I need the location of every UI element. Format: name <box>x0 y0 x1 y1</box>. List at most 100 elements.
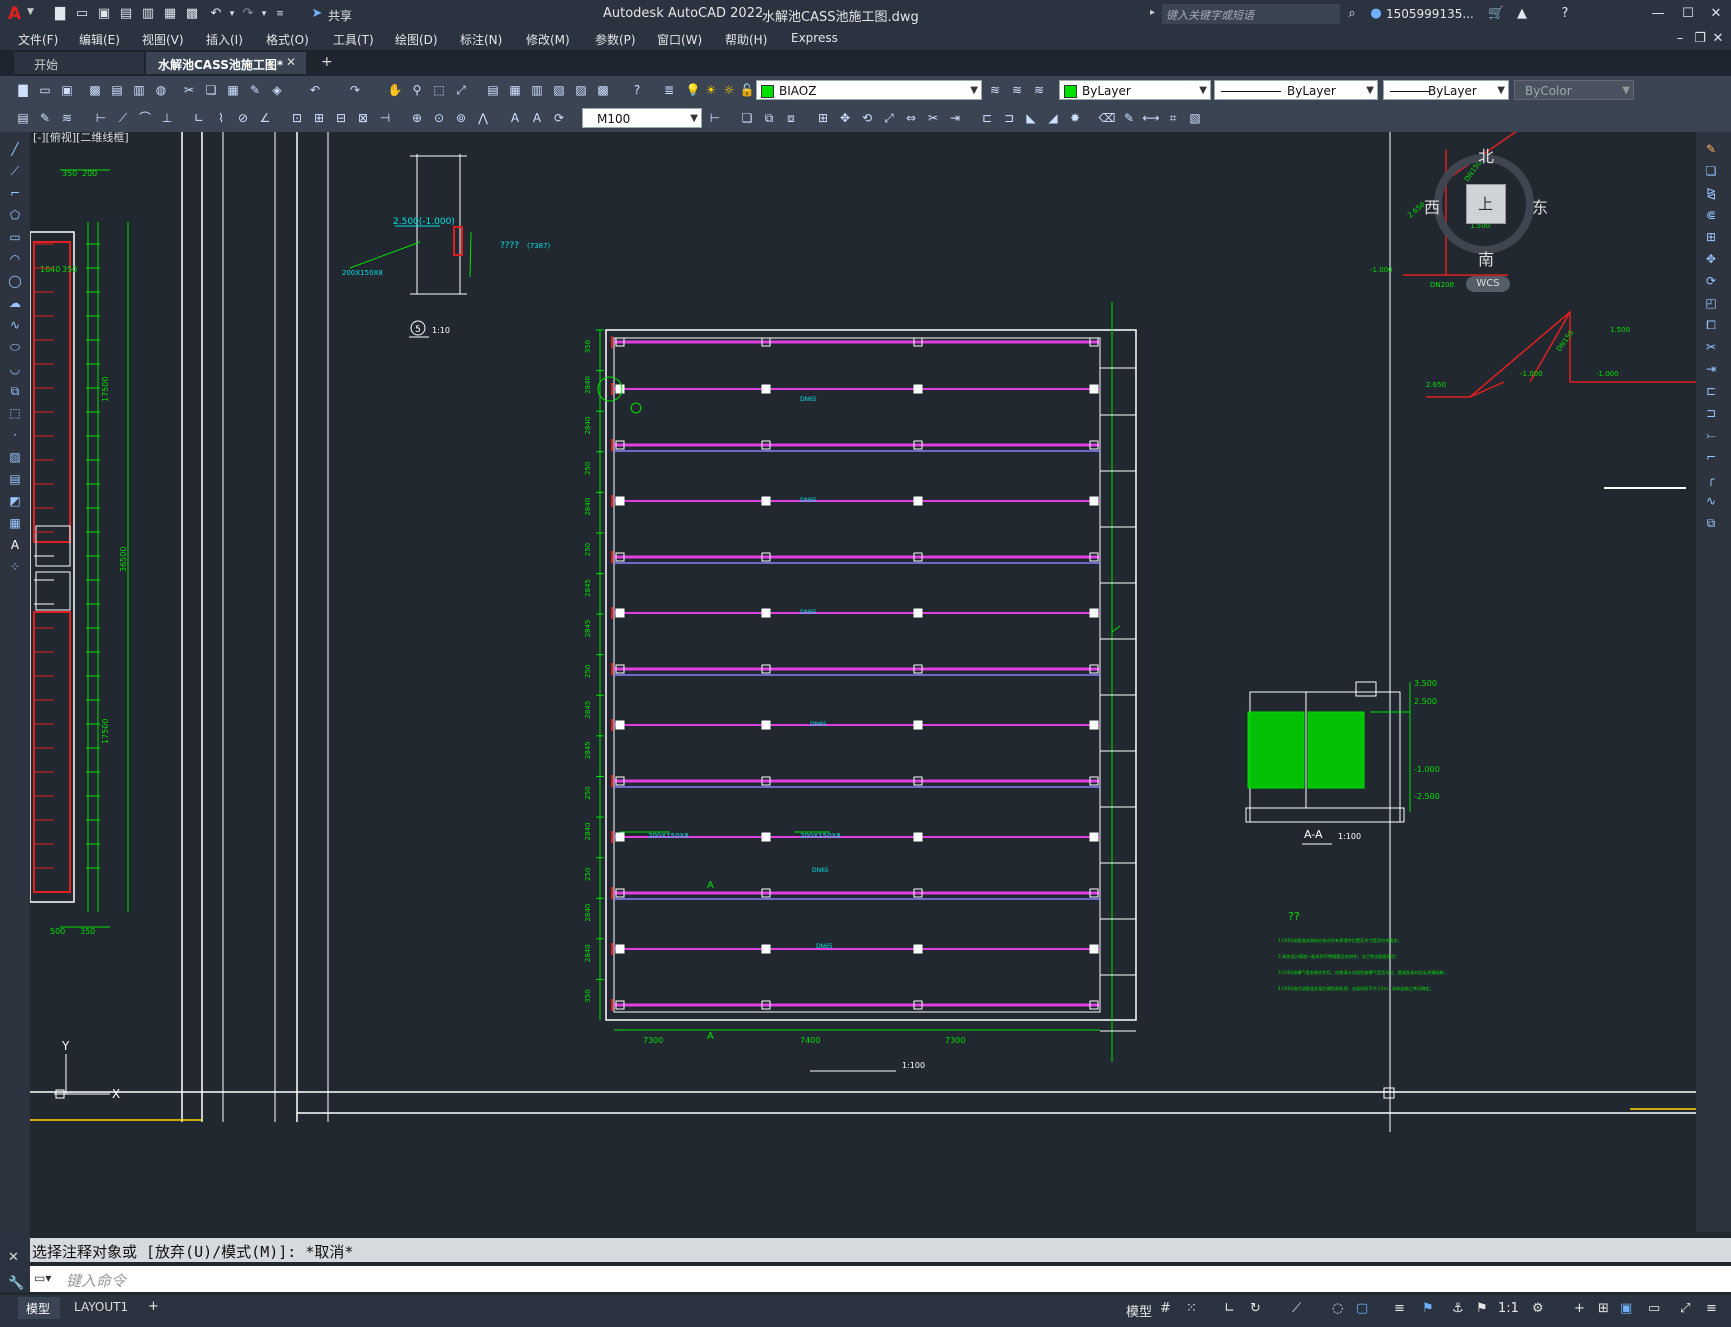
modify-trim-icon[interactable]: ✂ <box>924 109 942 127</box>
grid-icon[interactable]: # <box>1160 1301 1171 1316</box>
modify-array-icon[interactable]: ⊞ <box>814 109 832 127</box>
cmd-customize-icon[interactable]: 🔧 <box>8 1276 24 1291</box>
dim-break-icon[interactable]: ⊣ <box>376 109 394 127</box>
model-space-button[interactable]: 模型 <box>1126 1301 1152 1320</box>
save-web-icon[interactable]: ▦ <box>162 6 178 22</box>
tb-layer-previous-icon[interactable]: ≋ <box>1008 81 1026 99</box>
new-icon[interactable]: ▇ <box>52 6 68 22</box>
tb-toolpalette-icon[interactable]: ▥ <box>528 81 546 99</box>
osnap-icon[interactable]: ◌ <box>1332 1301 1343 1316</box>
doc-restore-icon[interactable]: ❐ <box>1692 31 1708 47</box>
dim-diameter-icon[interactable]: ⊘ <box>234 109 252 127</box>
tb-undo-icon[interactable]: ↶ <box>306 81 324 99</box>
dim-center-icon[interactable]: ⊙ <box>430 109 448 127</box>
tb-3dprint-icon[interactable]: ◍ <box>152 81 170 99</box>
tb-match-props-icon[interactable]: ✎ <box>36 109 54 127</box>
scale-icon[interactable]: ◰ <box>1702 294 1720 312</box>
layer-unlock-icon[interactable]: 🔓 <box>738 81 756 99</box>
dim-textedit-icon[interactable]: A <box>528 109 546 127</box>
modify-copy-icon[interactable]: ❏ <box>738 109 756 127</box>
tb-preview-icon[interactable]: ▤ <box>108 81 126 99</box>
draw-polyline-icon[interactable]: ⌐ <box>6 184 24 202</box>
modify-erase-icon[interactable]: ⌫ <box>1098 109 1116 127</box>
user-name[interactable]: 1505999135... <box>1386 7 1474 21</box>
tab-model[interactable]: 模型 <box>18 1297 60 1319</box>
undo-dropdown-icon[interactable]: ▾ <box>224 6 240 22</box>
draw-polygon-icon[interactable]: ⬠ <box>6 206 24 224</box>
viewcube[interactable]: 上 北 南 东 西 WCS <box>1420 140 1560 292</box>
linetype-dropdown[interactable]: ByLayer ▼ <box>1214 80 1378 100</box>
draw-ellipse-arc-icon[interactable]: ◡ <box>6 360 24 378</box>
draw-rectangle-icon[interactable]: ▭ <box>6 228 24 246</box>
help-icon[interactable]: ? <box>1557 6 1573 22</box>
tab-drawing[interactable]: 水解池CASS池施工图* ✕ <box>146 52 306 74</box>
dimstyle-manager-icon[interactable]: ⊢ <box>706 109 724 127</box>
tab-start[interactable]: 开始 <box>14 52 144 74</box>
draw-circle-icon[interactable]: ◯ <box>6 272 24 290</box>
mirror-icon[interactable]: ⧎ <box>1702 184 1720 202</box>
lineweight-icon[interactable]: ≡ <box>1394 1301 1405 1316</box>
draw-xline-icon[interactable]: ⟋ <box>6 162 24 180</box>
menu-dimension[interactable]: 标注(N) <box>460 31 502 48</box>
menu-parametric[interactable]: 参数(P) <box>595 31 636 48</box>
tb-cut-icon[interactable]: ✂ <box>180 81 198 99</box>
dim-arc-icon[interactable]: ⌒ <box>136 109 154 127</box>
share-icon[interactable]: ➤ <box>309 6 325 22</box>
save-as-icon[interactable]: ▤ <box>118 6 134 22</box>
menu-format[interactable]: 格式(O) <box>266 31 309 48</box>
erase-icon[interactable]: ✎ <box>1702 140 1720 158</box>
menu-window[interactable]: 窗口(W) <box>657 31 702 48</box>
tb-layer-state-icon[interactable]: ≋ <box>1030 81 1048 99</box>
doc-minimize-icon[interactable]: – <box>1672 31 1688 47</box>
dim-jogged-icon[interactable]: ⌇ <box>212 109 230 127</box>
redo-icon[interactable]: ↷ <box>240 6 256 22</box>
color-dropdown[interactable]: ByLayer ▼ <box>1059 80 1211 100</box>
search-icon[interactable]: ⌕ <box>1344 6 1360 22</box>
viewcube-face[interactable]: 上 <box>1466 184 1506 224</box>
dim-ordinate-icon[interactable]: ⊥ <box>158 109 176 127</box>
open-icon[interactable]: ▭ <box>74 6 90 22</box>
viewcube-south[interactable]: 南 <box>1478 246 1494 270</box>
tb-help-icon[interactable]: ? <box>628 81 646 99</box>
layer-on-icon[interactable]: 💡 <box>684 81 702 99</box>
modify-explode-icon[interactable]: ✸ <box>1066 109 1084 127</box>
new-tab-button[interactable]: + <box>321 54 333 70</box>
undo-icon[interactable]: ↶ <box>208 6 224 22</box>
draw-line-icon[interactable]: ╱ <box>6 140 24 158</box>
blend-curves-icon[interactable]: ∿ <box>1702 492 1720 510</box>
user-icon[interactable]: ● <box>1368 6 1384 22</box>
dim-inspect-icon[interactable]: ⊚ <box>452 109 470 127</box>
draw-arc-icon[interactable]: ◠ <box>6 250 24 268</box>
tb-paste-icon[interactable]: ▦ <box>224 81 242 99</box>
join-icon[interactable]: ⤚ <box>1702 426 1720 444</box>
modify-offset-icon[interactable]: ⧈ <box>782 109 800 127</box>
clean-screen-icon[interactable]: ⤢ <box>1680 1301 1690 1316</box>
save-icon[interactable]: ▣ <box>96 6 112 22</box>
tb-properties2-icon[interactable]: ▤ <box>14 109 32 127</box>
draw-revcloud-icon[interactable]: ☁ <box>6 294 24 312</box>
dim-edit-icon[interactable]: A <box>506 109 524 127</box>
viewport-label[interactable]: [-][俯视][二维线框] <box>33 132 129 144</box>
tb-layer-props-icon[interactable]: ≣ <box>660 81 678 99</box>
cmd-close-icon[interactable]: ✕ <box>8 1250 19 1265</box>
lineweight-dropdown[interactable]: ByLayer ▼ <box>1383 80 1509 100</box>
viewcube-west[interactable]: 西 <box>1424 194 1440 218</box>
drawing-svg[interactable]: 350 200 1640 350 17500 36500 17500 500 3… <box>30 132 1696 1232</box>
annotation-monitor-icon[interactable]: + <box>1574 1301 1585 1316</box>
tb-layers2-icon[interactable]: ≋ <box>58 109 76 127</box>
dimstyle-dropdown[interactable]: M100 ▼ <box>582 108 702 128</box>
customize-qat-icon[interactable]: ≡ <box>272 6 288 22</box>
dim-radius-icon[interactable]: ∟ <box>190 109 208 127</box>
draw-point-icon[interactable]: ⋅ <box>6 426 24 444</box>
modify-rotate-icon[interactable]: ⟲ <box>858 109 876 127</box>
tb-markup-icon[interactable]: ▨ <box>572 81 590 99</box>
menu-draw[interactable]: 绘图(D) <box>395 31 438 48</box>
dim-space-icon[interactable]: ⊠ <box>354 109 372 127</box>
dim-jogline-icon[interactable]: ⋀ <box>474 109 492 127</box>
menu-help[interactable]: 帮助(H) <box>725 31 767 48</box>
break-icon[interactable]: ⊐ <box>1702 404 1720 422</box>
ortho-icon[interactable]: ∟ <box>1224 1301 1235 1316</box>
extend-icon[interactable]: ⇥ <box>1702 360 1720 378</box>
tb-pan-icon[interactable]: ✋ <box>386 81 404 99</box>
snap-icon[interactable]: ⁙ <box>1186 1301 1197 1316</box>
